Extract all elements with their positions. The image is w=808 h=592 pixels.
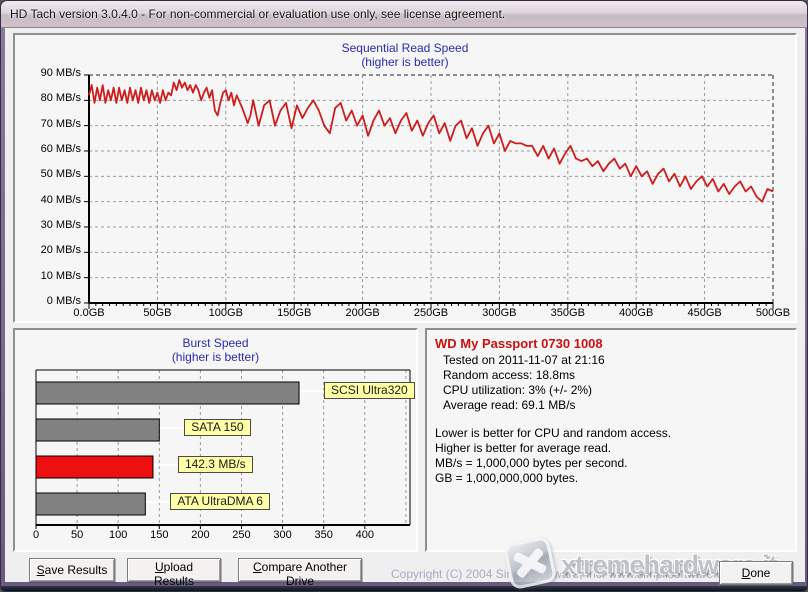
burst-chart-title: Burst Speed <box>15 336 416 350</box>
bar-value-label: ATA UltraDMA 6 <box>170 493 270 510</box>
burst-chart-subtitle: (higher is better) <box>15 350 416 364</box>
y-tick-label: 20 MB/s <box>15 244 81 257</box>
random-access: Random access: 18.8ms <box>435 368 789 383</box>
burst-bar-3 <box>36 493 145 515</box>
cpu-utilization: CPU utilization: 3% (+/- 2%) <box>435 383 789 398</box>
drive-name: WD My Passport 0730 1008 <box>435 336 789 351</box>
y-tick-label: 70 MB/s <box>15 118 81 131</box>
window-bottom-edge <box>1 586 807 591</box>
y-tick-label: 80 MB/s <box>15 92 81 105</box>
bar-label-connector <box>300 390 324 392</box>
note-line: Lower is better for CPU and random acces… <box>435 426 789 441</box>
sequential-chart-subtitle: (higher is better) <box>15 55 795 69</box>
done-button[interactable]: Done <box>719 561 793 585</box>
sequential-chart-title: Sequential Read Speed <box>15 41 795 55</box>
tested-on: Tested on 2011-11-07 at 21:16 <box>435 353 789 368</box>
results-text: WD My Passport 0730 1008 Tested on 2011-… <box>435 336 789 486</box>
note-line: GB = 1,000,000,000 bytes. <box>435 471 789 486</box>
y-tick-label: 60 MB/s <box>15 143 81 156</box>
y-tick-label: 50 MB/s <box>15 168 81 181</box>
note-line: Higher is better for average read. <box>435 441 789 456</box>
hdtach-window: HD Tach version 3.0.4.0 - For non-commer… <box>0 0 808 592</box>
copyright-text: Copyright (C) 2004 Simpli Software, Inc.… <box>391 567 739 581</box>
burst-x-tick-label: 400 <box>337 529 393 542</box>
burst-bar-1 <box>36 419 159 441</box>
title-bar[interactable]: HD Tach version 3.0.4.0 - For non-commer… <box>1 1 807 28</box>
notes-block: Lower is better for CPU and random acces… <box>435 426 789 486</box>
bar-value-label: 142.3 MB/s <box>178 456 253 473</box>
burst-bar-2 <box>36 456 153 478</box>
sequential-read-panel: Sequential Read Speed (higher is better)… <box>13 33 797 323</box>
y-tick-label: 10 MB/s <box>15 270 81 283</box>
compare-another-drive-button[interactable]: Compare Another Drive <box>238 558 362 582</box>
y-tick-label: 90 MB/s <box>15 67 81 80</box>
sequential-read-chart <box>83 73 775 311</box>
bar-label-connector <box>160 427 184 429</box>
client-area: Sequential Read Speed (higher is better)… <box>5 28 805 582</box>
bar-label-connector <box>146 501 170 503</box>
window-title: HD Tach version 3.0.4.0 - For non-commer… <box>10 1 505 27</box>
y-tick-label: 40 MB/s <box>15 194 81 207</box>
burst-speed-panel: Burst Speed (higher is better) SCSI Ultr… <box>13 328 418 552</box>
average-read: Average read: 69.1 MB/s <box>435 398 789 413</box>
upload-results-button[interactable]: Upload Results <box>127 558 221 582</box>
save-results-button[interactable]: Save Results <box>29 558 115 582</box>
note-line: MB/s = 1,000,000 bytes per second. <box>435 456 789 471</box>
burst-bar-0 <box>36 382 299 404</box>
bar-value-label: SCSI Ultra320 <box>324 382 415 399</box>
bar-value-label: SATA 150 <box>184 419 250 436</box>
bar-label-connector <box>154 464 178 466</box>
y-tick-label: 30 MB/s <box>15 219 81 232</box>
results-panel: WD My Passport 0730 1008 Tested on 2011-… <box>425 328 797 552</box>
